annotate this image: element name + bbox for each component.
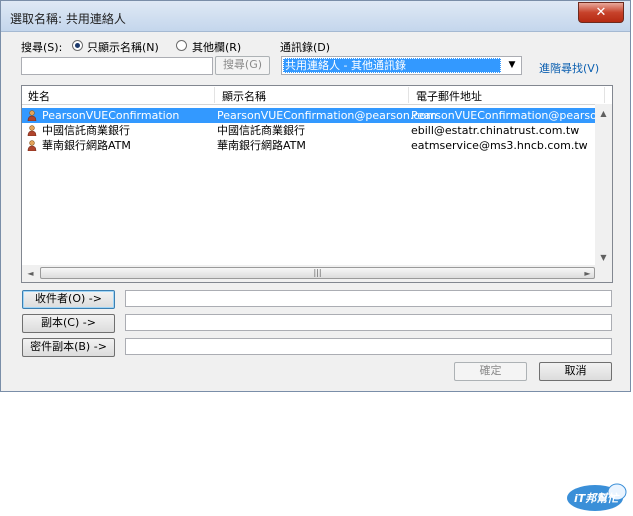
contact-row[interactable]: 中國信託商業銀行 中國信託商業銀行 ebill@estatr.chinatrus… [22, 123, 597, 138]
search-go-button[interactable]: 搜尋(G) [215, 56, 270, 75]
watermark-text: iT邦幫忙 [574, 492, 619, 505]
scroll-thumb[interactable]: ||| [40, 267, 595, 279]
cc-button[interactable]: 副本(C) -> [22, 314, 115, 333]
column-divider[interactable] [214, 87, 215, 103]
close-button[interactable]: ✕ [578, 2, 624, 23]
address-book-label: 通訊錄(D) [280, 41, 331, 54]
contact-email: eatmservice@ms3.hncb.com.tw [411, 139, 588, 152]
contact-display-name: PearsonVUEConfirmation@pearson.com [217, 109, 437, 122]
radio-more-columns-label[interactable]: 其他欄(R) [192, 39, 241, 55]
list-header: 姓名 顯示名稱 電子郵件地址 [22, 86, 612, 105]
ok-button[interactable]: 確定 [454, 362, 527, 381]
contact-row[interactable]: PearsonVUEConfirmation PearsonVUEConfirm… [22, 108, 612, 123]
horizontal-scrollbar[interactable]: ◄ ||| ► [22, 265, 612, 282]
contact-email: PearsonVUEConfirmation@pearson.com [411, 109, 613, 122]
scroll-down-icon[interactable]: ▼ [595, 253, 612, 262]
title-bar: 選取名稱: 共用連絡人 ✕ [1, 1, 630, 32]
address-book-selected: 共用連絡人 - 其他通訊錄 [283, 58, 501, 73]
chevron-down-icon[interactable]: ▼ [504, 58, 520, 73]
bcc-button[interactable]: 密件副本(B) -> [22, 338, 115, 357]
dialog-title: 選取名稱: 共用連絡人 [10, 12, 126, 26]
contact-name: PearsonVUEConfirmation [42, 109, 180, 122]
radio-name-only[interactable] [72, 40, 83, 51]
bcc-field[interactable] [125, 338, 612, 355]
contact-person-icon [27, 125, 37, 136]
scroll-up-icon[interactable]: ▲ [595, 109, 612, 118]
radio-name-only-label[interactable]: 只顯示名稱(N) [87, 39, 159, 55]
contact-name: 中國信託商業銀行 [42, 124, 130, 137]
contact-display-name: 中國信託商業銀行 [217, 124, 305, 137]
contact-person-icon [27, 140, 37, 151]
contact-email: ebill@estatr.chinatrust.com.tw [411, 124, 580, 137]
contact-person-icon [27, 110, 37, 121]
address-book-dropdown[interactable]: 共用連絡人 - 其他通訊錄 ▼ [281, 56, 522, 75]
scroll-right-icon[interactable]: ► [579, 269, 596, 278]
to-field[interactable] [125, 290, 612, 307]
contact-row[interactable]: 華南銀行網路ATM 華南銀行網路ATM eatmservice@ms3.hncb… [22, 138, 597, 153]
contact-display-name: 華南銀行網路ATM [217, 139, 306, 152]
cc-field[interactable] [125, 314, 612, 331]
scroll-left-icon[interactable]: ◄ [22, 269, 39, 278]
search-input[interactable] [21, 57, 213, 75]
search-label: 搜尋(S): [21, 41, 63, 54]
column-header-display[interactable]: 顯示名稱 [222, 88, 266, 104]
column-header-email[interactable]: 電子郵件地址 [416, 88, 482, 104]
column-divider[interactable] [408, 87, 409, 103]
column-header-name[interactable]: 姓名 [28, 88, 50, 104]
contact-name: 華南銀行網路ATM [42, 139, 131, 152]
radio-more-columns[interactable] [176, 40, 187, 51]
advanced-find-link[interactable]: 進階尋找(V) [539, 60, 599, 76]
column-divider[interactable] [604, 87, 605, 103]
cancel-button[interactable]: 取消 [539, 362, 612, 381]
to-button[interactable]: 收件者(O) -> [22, 290, 115, 309]
vertical-scrollbar[interactable]: ▲ ▼ [595, 104, 612, 265]
select-names-dialog: 選取名稱: 共用連絡人 ✕ 搜尋(S): 只顯示名稱(N) 其他欄(R) 通訊錄… [0, 0, 631, 392]
close-icon: ✕ [595, 5, 607, 20]
contacts-list[interactable]: 姓名 顯示名稱 電子郵件地址 PearsonVUEConfirmation Pe… [21, 85, 613, 283]
